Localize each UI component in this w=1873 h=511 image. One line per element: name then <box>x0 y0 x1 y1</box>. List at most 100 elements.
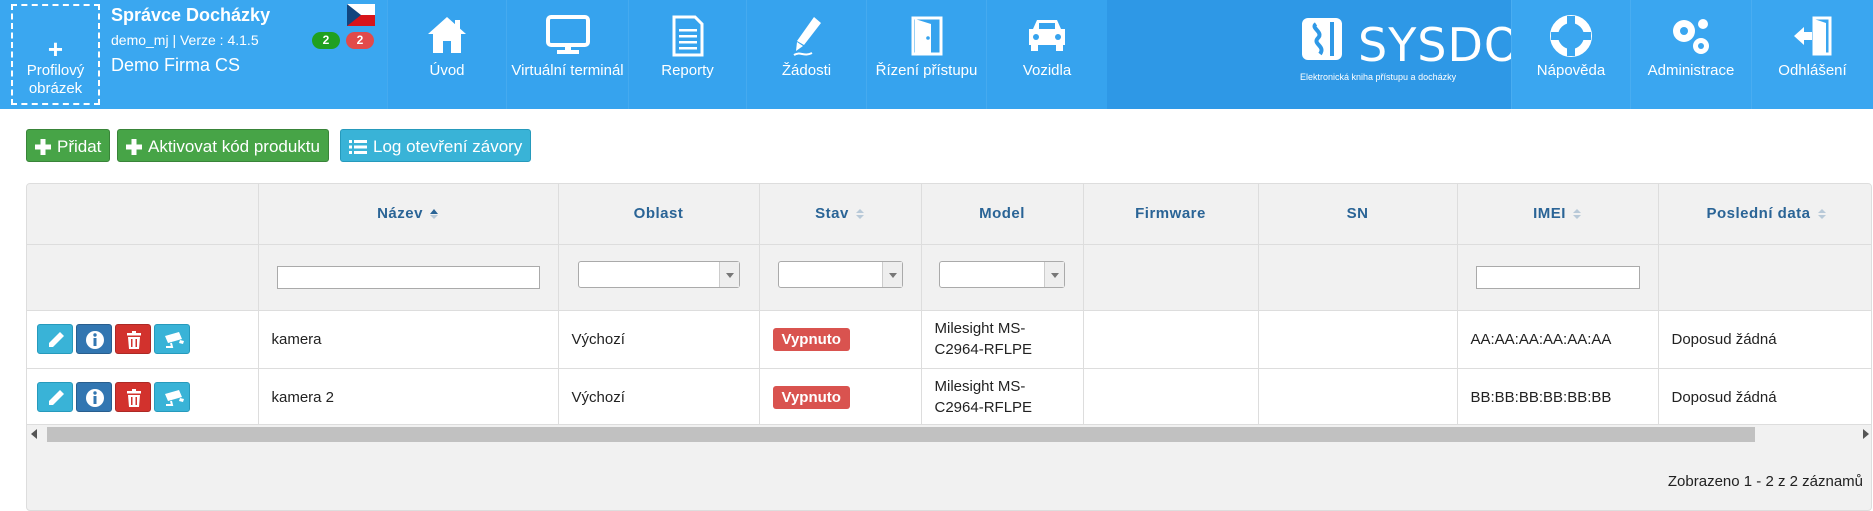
add-photo-plus: + <box>47 34 64 64</box>
device-imei: BB:BB:BB:BB:BB:BB <box>1457 368 1659 427</box>
device-name: kamera <box>258 310 559 369</box>
notification-badge-red[interactable]: 2 <box>346 32 374 49</box>
nav-reports[interactable]: Reporty <box>628 0 746 109</box>
device-model-line1: Milesight MS- <box>934 378 1026 395</box>
devices-grid: Název Oblast Stav Model Firmware SN IMEI… <box>26 183 1872 511</box>
document-icon <box>672 15 703 57</box>
notification-badge-green[interactable]: 2 <box>312 32 340 49</box>
plus-icon <box>35 138 51 155</box>
car-icon <box>1029 20 1065 51</box>
security-camera-icon <box>165 332 184 348</box>
sort-icon <box>1572 209 1581 220</box>
info-icon <box>86 389 104 407</box>
nav-vehicles[interactable]: Vozidla <box>986 0 1107 109</box>
plus-icon <box>126 138 142 155</box>
scroll-right-arrow-icon[interactable] <box>1863 429 1869 439</box>
pencil-icon <box>49 390 64 405</box>
device-model: Milesight MS- C2964-RFLPE <box>921 368 1084 427</box>
activate-product-code-button[interactable]: Aktivovat kód produktu <box>117 129 329 162</box>
camera-button[interactable] <box>154 382 190 412</box>
home-icon <box>428 17 466 53</box>
profile-picture-placeholder[interactable]: + Profilový obrázek <box>11 4 100 105</box>
logout-icon <box>1793 16 1831 56</box>
col-last-data-header[interactable]: Poslední data <box>1658 184 1871 245</box>
user-profile-panel: + Profilový obrázek Správce Docházky dem… <box>0 0 387 109</box>
nav-administration[interactable]: Administrace <box>1630 0 1751 109</box>
device-firmware <box>1083 368 1259 427</box>
table-row: kamera 2 Výchozí Vypnuto Milesight MS- C2… <box>27 368 1871 427</box>
area-filter-select[interactable] <box>577 261 740 288</box>
add-button[interactable]: Přidat <box>26 129 111 162</box>
sort-asc-icon <box>429 209 438 220</box>
top-navigation-bar: + Profilový obrázek Správce Docházky dem… <box>0 0 1873 109</box>
horizontal-scrollbar[interactable] <box>27 424 1871 443</box>
edit-button[interactable] <box>37 324 73 354</box>
col-firmware-header: Firmware <box>1083 184 1259 245</box>
nav-home-label: Úvod <box>429 62 465 79</box>
name-filter-input[interactable] <box>276 265 540 289</box>
col-area-header: Oblast <box>558 184 760 245</box>
nav-help-label: Nápověda <box>1536 62 1606 79</box>
info-button[interactable] <box>76 382 112 412</box>
device-sn <box>1258 368 1458 427</box>
row-actions <box>27 310 259 369</box>
status-badge: Vypnuto <box>772 327 850 351</box>
barrier-open-log-label: Log otevření závory <box>373 137 523 157</box>
status-badge: Vypnuto <box>772 385 850 409</box>
nav-access-control-label: Řízení přístupu <box>875 62 978 79</box>
camera-button[interactable] <box>154 324 190 354</box>
barrier-open-log-button[interactable]: Log otevření závory <box>340 129 532 162</box>
nav-home[interactable]: Úvod <box>387 0 506 109</box>
device-imei: AA:AA:AA:AA:AA:AA <box>1457 310 1659 369</box>
chevron-down-icon <box>881 262 902 287</box>
edit-button[interactable] <box>37 382 73 412</box>
trash-icon <box>127 389 141 407</box>
brand-tagline: Elektronická kniha přístupu a docházky <box>1300 72 1457 82</box>
delete-button[interactable] <box>115 382 151 412</box>
scrollbar-thumb[interactable] <box>47 427 1755 442</box>
profile-picture-label: Profilový obrázek <box>26 62 85 97</box>
device-area: Výchozí <box>558 310 760 369</box>
nav-access-control[interactable]: Řízení přístupu <box>866 0 986 109</box>
col-name-header[interactable]: Název <box>258 184 559 245</box>
sort-icon <box>855 209 864 220</box>
nav-reports-label: Reporty <box>661 62 714 79</box>
device-last-data: Doposud žádná <box>1658 368 1871 427</box>
device-model-line2: C2964-RFLPE <box>934 399 1033 416</box>
door-icon <box>911 16 942 56</box>
pencil-icon <box>49 332 64 347</box>
delete-button[interactable] <box>115 324 151 354</box>
model-filter-select[interactable] <box>939 261 1065 288</box>
sort-icon <box>1817 209 1826 220</box>
activate-product-code-label: Aktivovat kód produktu <box>148 137 320 157</box>
nav-requests-label: Žádosti <box>781 62 832 79</box>
filter-row <box>27 244 1871 311</box>
imei-filter-input[interactable] <box>1475 265 1640 289</box>
status-filter-select[interactable] <box>777 261 903 288</box>
col-sn-header: SN <box>1258 184 1458 245</box>
security-camera-icon <box>165 390 184 406</box>
company-name: Demo Firma CS <box>111 55 241 75</box>
device-name: kamera 2 <box>258 368 559 427</box>
col-model-header: Model <box>921 184 1084 245</box>
list-icon <box>349 139 367 154</box>
nav-requests[interactable]: Žádosti <box>746 0 866 109</box>
device-model-line2: C2964-RFLPE <box>934 341 1033 358</box>
col-name-label: Název <box>377 205 423 223</box>
scroll-left-arrow-icon[interactable] <box>31 429 37 439</box>
records-info: Zobrazeno 1 - 2 z 2 záznamů <box>1667 473 1863 490</box>
device-firmware <box>1083 310 1259 369</box>
nav-help[interactable]: Nápověda <box>1511 0 1630 109</box>
info-button[interactable] <box>76 324 112 354</box>
brand-name: SYSDO <box>1358 18 1522 72</box>
nav-logout[interactable]: Odhlášení <box>1751 0 1873 109</box>
nav-virtual-terminal-label: Virtuální terminál <box>511 62 624 79</box>
cz-flag-icon[interactable] <box>347 4 375 26</box>
sysdo-logo-icon <box>1302 18 1342 60</box>
col-status-header[interactable]: Stav <box>759 184 922 245</box>
trash-icon <box>127 331 141 349</box>
col-actions-header <box>27 184 259 245</box>
table-row: kamera Výchozí Vypnuto Milesight MS- C296… <box>27 310 1871 369</box>
col-imei-header[interactable]: IMEI <box>1457 184 1659 245</box>
nav-virtual-terminal[interactable]: Virtuální terminál <box>506 0 628 109</box>
